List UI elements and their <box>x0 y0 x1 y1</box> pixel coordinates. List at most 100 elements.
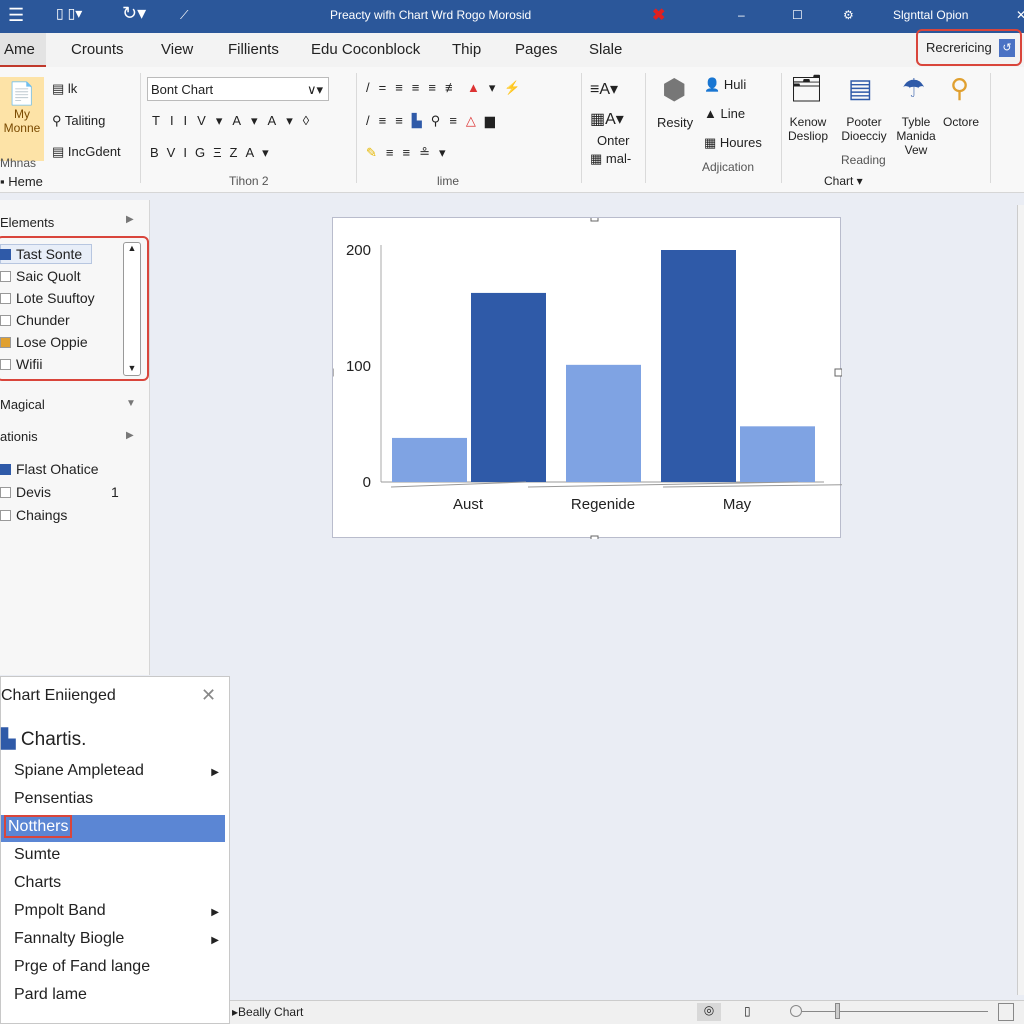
bar <box>740 426 815 482</box>
ribbon-item-lk[interactable]: ▤ lk <box>52 81 77 97</box>
tab-thip[interactable]: Thip <box>452 41 481 58</box>
search-icon[interactable]: ↺ <box>999 39 1015 57</box>
font-style-buttons[interactable]: BVIGΞZA▾ <box>150 145 277 161</box>
elements-header[interactable]: Elements <box>0 215 54 230</box>
octore-button[interactable]: Octore <box>943 115 979 129</box>
view-icon[interactable]: ◎ <box>697 1003 721 1021</box>
count-value: 1 <box>111 484 119 500</box>
tab-edu-coconblock[interactable]: Edu Coconblock <box>311 41 420 58</box>
list-scrollbar[interactable]: ▲ ▼ <box>123 242 141 376</box>
tab-fillients[interactable]: Fillients <box>228 41 279 58</box>
group-label-adjication: Adjication <box>702 160 755 174</box>
menu-item[interactable]: Sumte <box>1 843 225 870</box>
ribbon: 📄 My Monne ▤ lk ⚲ Taliting ▤ IncGdent Mh… <box>0 67 1024 193</box>
status-label: ▸Beally Chart <box>232 1005 304 1019</box>
ribbon-item-incgdent[interactable]: ▤ IncGdent <box>52 144 121 160</box>
submenu-arrow-icon: ▶ <box>211 767 219 778</box>
tell-me-search[interactable]: Recrericing <box>926 40 992 55</box>
group-label-paragraph: lime <box>437 174 460 188</box>
scroll-up-icon[interactable]: ▲ <box>124 243 140 253</box>
vertical-scrollbar[interactable] <box>1017 205 1024 995</box>
scroll-down-icon[interactable]: ▼ <box>124 363 140 373</box>
paragraph-buttons-3[interactable]: ✎≡≡≗▾ <box>366 145 455 161</box>
paragraph-buttons-1[interactable]: /=≡≡≡≢▲▾⚡ <box>366 80 530 96</box>
tab-crounts[interactable]: Crounts <box>71 41 124 58</box>
tab-view[interactable]: View <box>161 41 193 58</box>
list-item[interactable]: Saic Quolt <box>0 268 81 284</box>
menu-item[interactable]: Pensentias <box>1 787 225 814</box>
bar <box>661 250 736 482</box>
submenu-arrow-icon: ▶ <box>211 907 219 918</box>
font-format-buttons[interactable]: TIIV▾A▾A▾◊ <box>152 113 319 129</box>
list-item[interactable]: Lote Suuftoy <box>0 290 95 306</box>
tab-slale[interactable]: Slale <box>589 41 622 58</box>
mal-button[interactable]: ▦ mal- <box>590 151 631 167</box>
menu-item[interactable]: Prge of Fand lange <box>1 955 225 982</box>
chevron-down-icon[interactable]: ▼ <box>126 398 136 409</box>
menu-item[interactable]: Pard lame <box>1 983 225 1010</box>
menu-icon[interactable]: ☰ <box>8 5 24 26</box>
window-title: Preacty wifh Chart Wrd Rogo Morosid <box>330 8 532 22</box>
y-tick-label: 200 <box>346 242 371 259</box>
bar <box>566 364 641 482</box>
y-tick-label: 0 <box>363 474 371 491</box>
options-icon[interactable]: ⚙ <box>843 8 854 22</box>
line-button[interactable]: ▲ Line <box>704 106 745 121</box>
layout-icon[interactable]: ▯ <box>744 1004 751 1018</box>
title-bar: ☰ ▯ ▯▾ ↻▾ ⟋ Preacty wifh Chart Wrd Rogo … <box>0 0 1024 33</box>
menu-title: Chart Eniienged <box>1 687 116 704</box>
expand-icon[interactable]: ▶ <box>126 430 134 441</box>
close-icon[interactable]: ✕ <box>201 685 216 706</box>
menu-item[interactable]: Fannalty Biogle ▶ <box>1 927 225 954</box>
tab-pages[interactable]: Pages <box>515 41 558 58</box>
list-item[interactable]: Lose Oppie <box>0 334 88 350</box>
list-item[interactable]: Chunder <box>0 312 70 328</box>
text-style-button-2[interactable]: ▦A▾ <box>590 109 624 129</box>
tyble-button[interactable]: Tyble Manida Vew <box>893 115 939 157</box>
kenow-button[interactable]: Kenow Desliop <box>787 115 829 143</box>
y-tick-label: 100 <box>346 358 371 375</box>
checkbox-item[interactable]: Flast Ohatice <box>0 461 98 477</box>
chart-object[interactable]: 0 100 200 Aust Regenide May <box>325 213 1024 544</box>
fit-icon[interactable] <box>998 1003 1014 1021</box>
list-item[interactable]: Tast Sonte <box>0 246 82 262</box>
tyble-icon: ☂ <box>902 73 926 103</box>
ribbon-tabs: Ame Crounts View Fillients Edu Coconbloc… <box>0 29 1024 67</box>
close-doc-icon[interactable]: ✖ <box>652 5 665 25</box>
pin-icon[interactable]: ⟋ <box>180 8 188 23</box>
font-name-select[interactable]: Bont Chart ∨▾ <box>147 77 329 101</box>
pooter-button[interactable]: Pooter Dioecciy <box>838 115 890 143</box>
resity-button[interactable]: Resity <box>657 115 693 130</box>
maximize-button[interactable]: ☐ <box>792 8 803 22</box>
ribbon-item-taliting[interactable]: ⚲ Taliting <box>52 113 105 129</box>
minimize-button[interactable]: – <box>738 8 745 22</box>
expand-icon[interactable]: ▶ <box>126 214 134 225</box>
account-name[interactable]: Slgnttal Opion <box>893 8 968 22</box>
text-style-button-1[interactable]: ≡A▾ <box>590 79 618 99</box>
zoom-slider[interactable] <box>790 1003 990 1019</box>
huli-button[interactable]: 👤 Huli <box>704 77 746 93</box>
save-icon[interactable]: ▯ ▯▾ <box>56 5 82 22</box>
menu-item[interactable]: Charts <box>1 871 225 898</box>
magical-header[interactable]: Magical <box>0 397 45 412</box>
undo-icon[interactable]: ↻▾ <box>122 3 146 24</box>
checkbox-item[interactable]: Devis <box>0 484 51 500</box>
menu-item[interactable]: Notthers <box>1 815 225 842</box>
list-item[interactable]: Wifii <box>0 356 42 372</box>
submenu-arrow-icon: ▶ <box>211 935 219 946</box>
my-mone-button[interactable]: 📄 My Monne <box>0 77 44 161</box>
ationis-header[interactable]: ationis <box>0 429 38 444</box>
checkbox-item[interactable]: Chaings <box>0 507 67 523</box>
chart-icon: ▙ <box>1 729 16 750</box>
menu-item[interactable]: Pmpolt Band ▶ <box>1 899 225 926</box>
bar-chart: 0 100 200 Aust Regenide May <box>325 213 1024 544</box>
onter-label[interactable]: Onter <box>597 133 630 148</box>
tab-ame[interactable]: Ame <box>0 33 46 67</box>
menu-item[interactable]: Spiane Ampletead ▶ <box>1 759 225 786</box>
x-tick-label: May <box>723 496 752 513</box>
close-button[interactable]: ✕ <box>1016 8 1024 22</box>
chart-group-dropdown[interactable]: Chart ▾ <box>824 174 863 188</box>
paragraph-buttons-2[interactable]: /≡≡▙⚲≡△▆ <box>366 113 504 129</box>
houres-button[interactable]: ▦ Houres <box>704 135 762 151</box>
bar <box>392 437 467 482</box>
